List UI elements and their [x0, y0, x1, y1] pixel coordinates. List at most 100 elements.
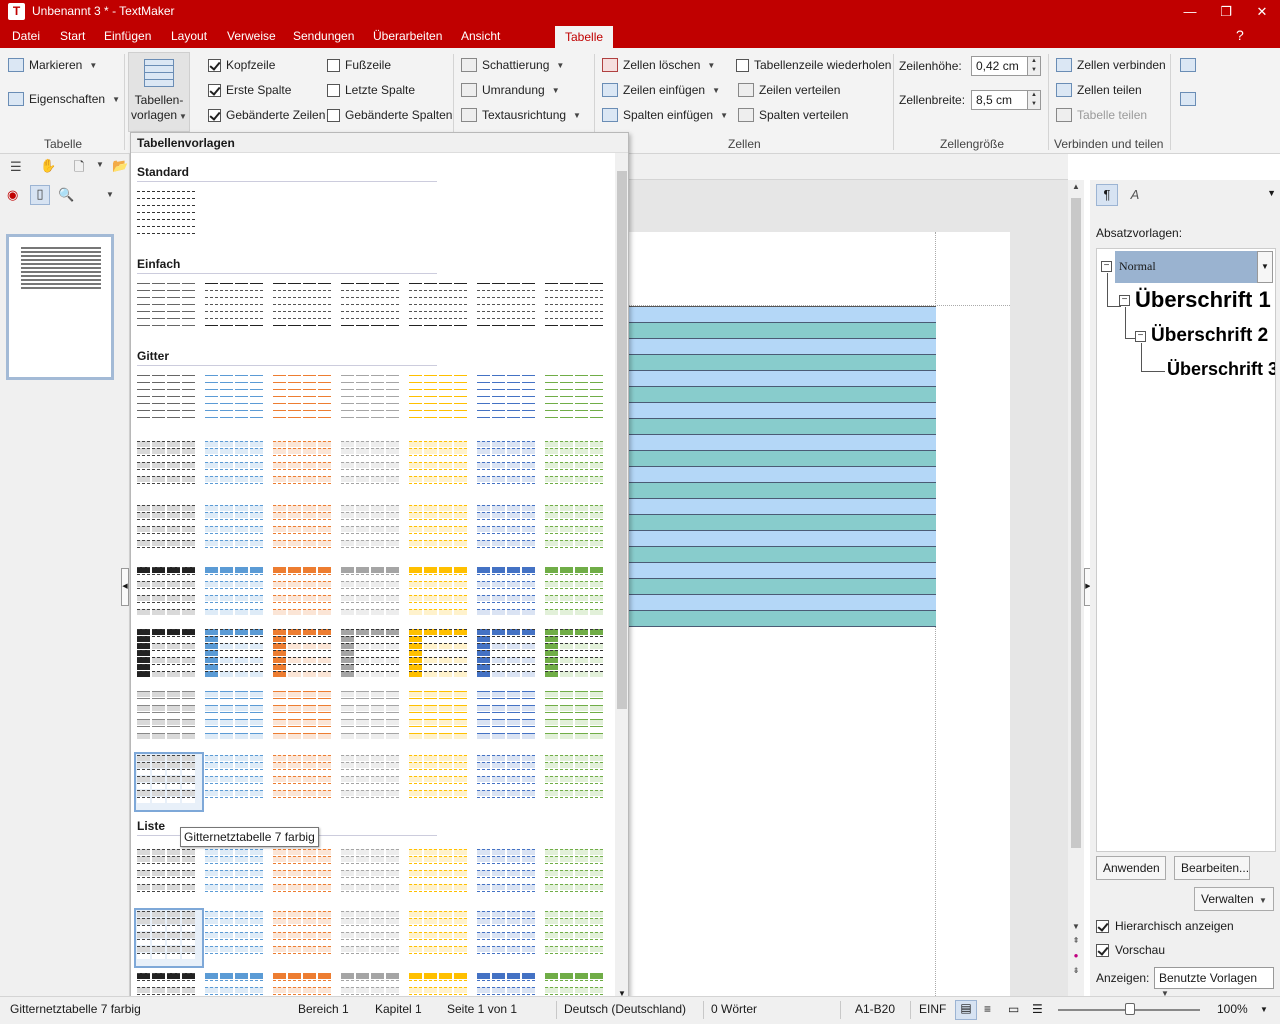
zeilen-einfuegen-button[interactable]: Zeilen einfügen ▼ — [602, 83, 720, 97]
table-style-swatch[interactable] — [409, 629, 471, 679]
hand-icon[interactable]: ✋ — [40, 158, 56, 174]
table-style-swatch[interactable] — [409, 441, 471, 491]
style-heading-2[interactable]: Überschrift 2 — [1151, 325, 1268, 347]
table-row[interactable] — [628, 323, 936, 339]
tabellenzeile-wiederholen-checkbox[interactable] — [736, 58, 749, 72]
menu-ueberarbeiten[interactable]: Überarbeiten — [373, 29, 442, 43]
vorschau-option[interactable]: Vorschau — [1096, 943, 1165, 957]
table-row[interactable] — [628, 515, 936, 531]
table-style-swatch[interactable] — [477, 567, 539, 617]
chevron-down-icon[interactable]: ▼ — [96, 160, 104, 169]
menu-icon[interactable]: ☰ — [10, 159, 22, 175]
verwalten-button[interactable]: Verwalten ▼ — [1194, 887, 1274, 911]
table-style-swatch[interactable] — [134, 908, 204, 968]
letzte-spalte-option[interactable]: Letzte Spalte — [327, 83, 415, 97]
table-style-swatch[interactable] — [273, 505, 335, 555]
tabellenvorlagen-button[interactable]: Tabellen- vorlagen ▼ — [128, 52, 190, 132]
compass-icon[interactable]: ◉ — [7, 187, 18, 203]
table-style-swatch[interactable] — [137, 691, 199, 741]
table-style-swatch[interactable] — [477, 441, 539, 491]
table-style-swatch[interactable] — [341, 441, 403, 491]
sort-button[interactable] — [1180, 58, 1196, 72]
spalten-einfuegen-button[interactable]: Spalten einfügen ▼ — [602, 108, 728, 122]
collapse-icon[interactable]: − — [1101, 261, 1112, 272]
markieren-button[interactable]: Markieren ▼ — [8, 58, 97, 72]
erste-spalte-option[interactable]: Erste Spalte — [208, 83, 291, 97]
table-row[interactable] — [628, 307, 936, 323]
open-folder-icon[interactable]: 📂 — [112, 158, 128, 174]
menu-ansicht[interactable]: Ansicht — [461, 29, 500, 43]
table-style-swatch[interactable] — [409, 375, 471, 425]
chevron-down-icon[interactable]: ▼ — [1257, 251, 1273, 283]
zeilenhoehe-input[interactable]: 0,42 cm — [971, 56, 1033, 76]
umrandung-button[interactable]: Umrandung ▼ — [461, 83, 560, 97]
table-style-swatch[interactable] — [409, 755, 471, 805]
table-style-swatch[interactable] — [273, 441, 335, 491]
table-style-swatch[interactable] — [341, 629, 403, 679]
scroll-down-icon[interactable]: ▼ — [1068, 922, 1084, 936]
table-style-swatch[interactable] — [477, 911, 539, 961]
table-style-swatch[interactable] — [273, 691, 335, 741]
table-style-swatch[interactable] — [545, 911, 607, 961]
tabelle-teilen-button[interactable]: Tabelle teilen — [1056, 108, 1147, 122]
continuous-view-icon[interactable]: ≡ — [984, 1002, 991, 1016]
new-document-icon[interactable]: 🗋 — [74, 158, 84, 180]
table-style-swatch[interactable] — [205, 283, 267, 333]
scrollbar-thumb[interactable] — [1071, 198, 1081, 848]
character-styles-tab[interactable]: A — [1124, 184, 1146, 206]
table-style-swatch[interactable] — [205, 441, 267, 491]
zoom-slider-handle[interactable] — [1125, 1003, 1135, 1015]
table-style-swatch[interactable] — [341, 911, 403, 961]
table-style-swatch[interactable] — [205, 375, 267, 425]
table-style-swatch[interactable] — [477, 283, 539, 333]
table-row[interactable] — [628, 579, 936, 595]
gallery-scrollbar[interactable]: ▼ — [615, 153, 628, 1001]
vorschau-checkbox[interactable] — [1096, 943, 1109, 957]
table-style-swatch[interactable] — [477, 629, 539, 679]
eigenschaften-button[interactable]: Eigenschaften ▼ — [8, 92, 120, 106]
table-style-swatch[interactable] — [137, 567, 199, 617]
table-row[interactable] — [628, 499, 936, 515]
table-style-swatch[interactable] — [205, 691, 267, 741]
gebanderte-spalten-checkbox[interactable] — [327, 108, 340, 122]
table-row[interactable] — [628, 435, 936, 451]
table-row[interactable] — [628, 595, 936, 611]
table-style-swatch[interactable] — [545, 567, 607, 617]
collapse-icon[interactable]: − — [1135, 331, 1146, 342]
table-style-swatch[interactable] — [137, 283, 199, 333]
kopfzeile-checkbox[interactable] — [208, 58, 221, 72]
tab-tabelle[interactable]: Tabelle — [555, 26, 614, 48]
vertical-scrollbar[interactable]: ▲ ▼ ⇞ ● ⇟ — [1068, 180, 1084, 996]
prev-page-icon[interactable]: ⇞ — [1068, 936, 1084, 950]
table-style-swatch[interactable] — [273, 283, 335, 333]
menu-layout[interactable]: Layout — [171, 29, 207, 43]
gebanderte-spalten-option[interactable]: Gebänderte Spalten — [327, 108, 452, 122]
table-style-swatch[interactable] — [545, 283, 607, 333]
table-style-swatch[interactable] — [341, 567, 403, 617]
table-style-swatch[interactable] — [273, 567, 335, 617]
close-button[interactable]: ✕ — [1244, 0, 1280, 24]
table-style-swatch[interactable] — [545, 375, 607, 425]
menu-einfuegen[interactable]: Einfügen — [104, 29, 151, 43]
anwenden-button[interactable]: Anwenden — [1096, 856, 1166, 880]
zellen-teilen-button[interactable]: Zellen teilen — [1056, 83, 1142, 97]
table-style-swatch[interactable] — [205, 567, 267, 617]
next-page-icon[interactable]: ⇟ — [1068, 966, 1084, 980]
kopfzeile-option[interactable]: Kopfzeile — [208, 58, 275, 72]
table-row[interactable] — [628, 531, 936, 547]
table-row[interactable] — [628, 403, 936, 419]
erste-spalte-checkbox[interactable] — [208, 83, 221, 97]
gallery-scrollbar-thumb[interactable] — [617, 171, 627, 709]
table-style-swatch[interactable] — [409, 283, 471, 333]
styles-tree[interactable]: − Normal ▼ − Überschrift 1 − Überschrift… — [1096, 248, 1276, 852]
anzeigen-select[interactable]: Benutzte Vorlagen ▼ — [1154, 967, 1274, 998]
table-row[interactable] — [628, 419, 936, 435]
table-row[interactable] — [628, 483, 936, 499]
table-style-swatch[interactable] — [477, 755, 539, 805]
page-thumbnail[interactable] — [6, 234, 114, 380]
menu-datei[interactable]: Datei — [12, 29, 40, 43]
table-style-swatch[interactable] — [205, 505, 267, 555]
table-style-swatch[interactable] — [341, 755, 403, 805]
table-style-swatch[interactable] — [273, 849, 335, 899]
table-style-swatch[interactable] — [205, 849, 267, 899]
